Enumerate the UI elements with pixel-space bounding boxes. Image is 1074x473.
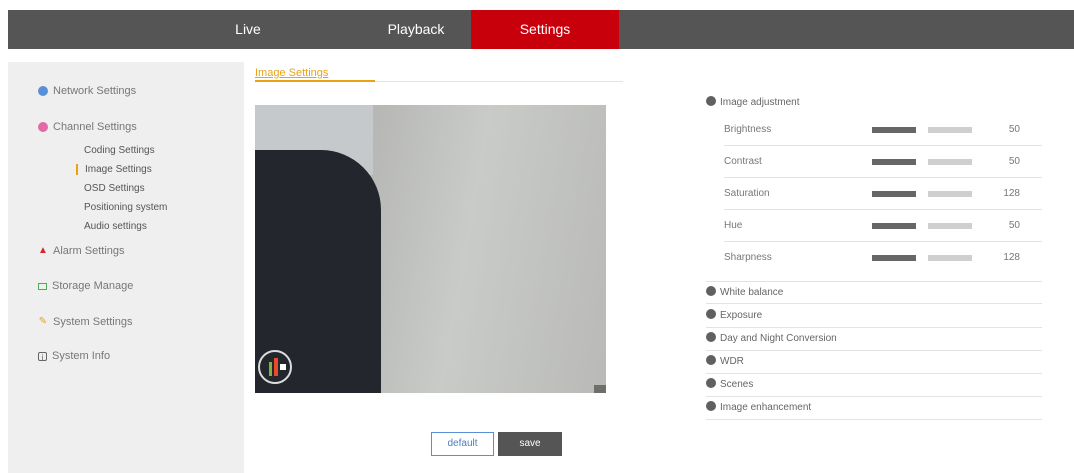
collapse-icon [706, 96, 716, 106]
video-preview [255, 105, 606, 393]
expand-icon [706, 309, 716, 319]
section-image-enhancement[interactable]: Image enhancement [706, 397, 1042, 420]
sidebar-item-label: System Info [52, 350, 111, 362]
storage-icon [38, 282, 47, 290]
sidebar-subitem-positioning-system[interactable]: Positioning system [76, 202, 167, 213]
adjust-label: Brightness [724, 124, 772, 135]
expand-icon [706, 355, 716, 365]
adjust-label: Saturation [724, 188, 770, 199]
expand-icon [706, 401, 716, 411]
expand-icon [706, 286, 716, 296]
sidebar-subitem-image-settings[interactable]: Image Settings [76, 164, 152, 175]
section-image-adjustment[interactable]: Image adjustment [706, 96, 800, 108]
wrench-icon: ✎ [38, 316, 48, 327]
alarm-icon: ▲ [38, 245, 48, 256]
section-title: Image adjustment [720, 97, 800, 108]
adjust-row-brightness: Brightness 50 [724, 114, 1042, 146]
sidebar-item-label: System Settings [53, 316, 133, 328]
network-icon [38, 86, 48, 96]
section-label: White balance [720, 287, 784, 298]
video-wall [355, 105, 606, 393]
sidebar-item-label: Channel Settings [53, 121, 137, 133]
title-accent-line [255, 80, 375, 82]
sidebar-item-system-settings[interactable]: ✎ System Settings [38, 316, 133, 328]
tab-live[interactable]: Live [208, 10, 288, 49]
adjust-value: 50 [1008, 156, 1020, 167]
section-label: Day and Night Conversion [720, 333, 837, 344]
top-nav-bar: Live Playback Settings [8, 10, 1074, 49]
section-white-balance[interactable]: White balance [706, 281, 1042, 304]
info-icon: i [38, 351, 47, 362]
sidebar-item-network-settings[interactable]: Network Settings [38, 85, 136, 97]
saturation-slider[interactable] [872, 191, 972, 197]
save-button[interactable]: save [498, 432, 562, 456]
section-label: Scenes [720, 379, 754, 390]
sidebar-subitem-audio-settings[interactable]: Audio settings [76, 221, 147, 232]
adjust-row-sharpness: Sharpness 128 [724, 242, 1042, 274]
channel-icon [38, 122, 48, 132]
brightness-slider[interactable] [872, 127, 972, 133]
default-button[interactable]: default [431, 432, 494, 456]
adjust-label: Hue [724, 220, 743, 231]
sharpness-slider[interactable] [872, 255, 972, 261]
adjust-row-contrast: Contrast 50 [724, 146, 1042, 178]
sidebar-subitem-coding-settings[interactable]: Coding Settings [76, 145, 155, 156]
adjust-row-hue: Hue 50 [724, 210, 1042, 242]
page-title: Image Settings [255, 67, 329, 79]
osd-gauge-icon [258, 350, 292, 384]
sidebar-item-system-info[interactable]: i System Info [38, 350, 110, 362]
sidebar-item-storage-manage[interactable]: Storage Manage [38, 280, 133, 292]
adjust-label: Contrast [724, 156, 762, 167]
expand-icon [706, 332, 716, 342]
section-label: Exposure [720, 310, 763, 321]
adjust-row-saturation: Saturation 128 [724, 178, 1042, 210]
tab-settings[interactable]: Settings [471, 10, 619, 49]
section-wdr[interactable]: WDR [706, 351, 1042, 374]
adjust-value: 128 [1003, 188, 1020, 199]
sidebar-item-label: Storage Manage [52, 280, 134, 292]
sidebar-item-label: Network Settings [53, 85, 137, 97]
contrast-slider[interactable] [872, 159, 972, 165]
adjust-label: Sharpness [724, 252, 772, 263]
adjust-value: 128 [1003, 252, 1020, 263]
sidebar-item-alarm-settings[interactable]: ▲ Alarm Settings [38, 245, 125, 257]
tab-playback[interactable]: Playback [356, 10, 476, 49]
section-label: Image enhancement [720, 402, 812, 413]
section-scenes[interactable]: Scenes [706, 374, 1042, 397]
section-day-night-conversion[interactable]: Day and Night Conversion [706, 328, 1042, 351]
video-corner [594, 385, 606, 393]
section-exposure[interactable]: Exposure [706, 305, 1042, 328]
adjust-value: 50 [1008, 124, 1020, 135]
hue-slider[interactable] [872, 223, 972, 229]
adjust-value: 50 [1008, 220, 1020, 231]
sidebar-subitem-osd-settings[interactable]: OSD Settings [76, 183, 145, 194]
sidebar-item-channel-settings[interactable]: Channel Settings [38, 121, 137, 133]
sidebar-item-label: Alarm Settings [53, 245, 125, 257]
expand-icon [706, 378, 716, 388]
section-label: WDR [720, 356, 744, 367]
